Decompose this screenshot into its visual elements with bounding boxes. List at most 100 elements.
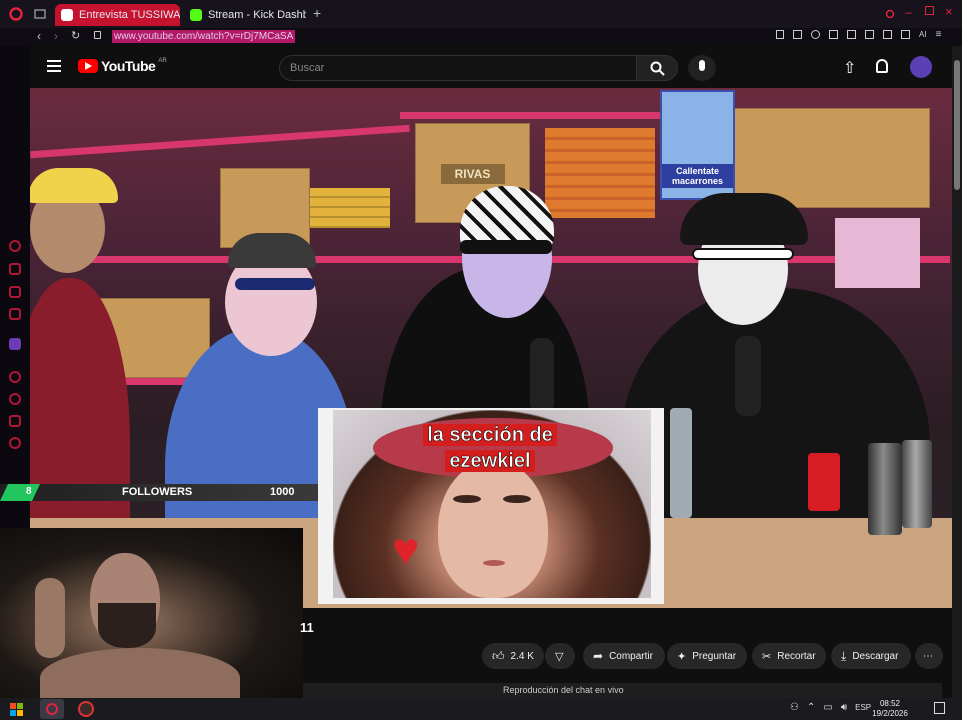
upload-icon[interactable]: ⇧ bbox=[843, 58, 856, 78]
browser-tab-bar: Entrevista TUSSIWARR Stream - Kick Dashb… bbox=[0, 0, 962, 28]
bookmark-icon[interactable] bbox=[776, 30, 784, 39]
share-button[interactable]: ➦ Compartir bbox=[583, 643, 665, 669]
clock-date: 19/2/2026 bbox=[872, 709, 908, 718]
ask-label: Preguntar bbox=[692, 650, 737, 662]
webcam-overlay bbox=[0, 528, 303, 700]
dislike-button[interactable]: ▽ bbox=[545, 643, 575, 669]
yellow-cap bbox=[30, 168, 118, 203]
ai-icon[interactable]: AI bbox=[919, 30, 927, 42]
notifications-bell-icon[interactable] bbox=[876, 59, 888, 73]
poster: Callentate macarrones bbox=[660, 90, 735, 200]
kick-favicon-icon bbox=[190, 9, 202, 21]
eye bbox=[503, 495, 531, 503]
play-icon[interactable] bbox=[829, 30, 838, 39]
streamer-hand bbox=[35, 578, 65, 658]
sidebar-chat-icon[interactable] bbox=[9, 263, 21, 275]
coca-cola-can bbox=[808, 453, 840, 511]
extensions-icon[interactable] bbox=[901, 30, 910, 39]
windows-taskbar: ⚇ ⌃ ▭ 🔊︎ ESP bbox=[0, 698, 962, 720]
bucket-hat bbox=[680, 193, 808, 245]
close-window-button[interactable]: × bbox=[945, 4, 953, 19]
taskbar-clock[interactable]: 08:52 19/2/2026 bbox=[860, 699, 920, 719]
box-brand-text: RIVAS bbox=[440, 164, 505, 184]
youtube-logo[interactable]: YouTube AR bbox=[78, 58, 167, 74]
taskbar-opera-button[interactable] bbox=[40, 699, 64, 719]
folded-shirts bbox=[545, 128, 655, 218]
sidebar-settings-icon[interactable] bbox=[9, 437, 21, 449]
chat-replay-bar[interactable]: Reproducción del chat en vivo bbox=[303, 683, 942, 698]
segment-card-title: la sección de ezewkiel bbox=[415, 422, 565, 474]
sidebar-history-icon[interactable] bbox=[9, 393, 21, 405]
clip-button[interactable]: ✂ Recortar bbox=[752, 643, 826, 669]
poster-text: Callentate macarrones bbox=[662, 164, 733, 188]
shelf bbox=[30, 124, 410, 159]
opera-icon bbox=[46, 703, 58, 715]
notifications-icon[interactable] bbox=[934, 702, 945, 714]
sidebar-mail-icon[interactable] bbox=[9, 308, 21, 320]
poster-pink bbox=[835, 218, 920, 288]
scissors-icon: ✂ bbox=[762, 650, 772, 663]
mouth bbox=[483, 560, 505, 566]
streamer-beard bbox=[98, 603, 156, 648]
forward-arrow-icon[interactable]: › bbox=[54, 29, 58, 43]
avatar[interactable] bbox=[910, 56, 932, 78]
heart-icon[interactable] bbox=[847, 30, 856, 39]
tab-label: Entrevista TUSSIWARR bbox=[79, 9, 180, 21]
microphone-icon bbox=[699, 60, 705, 71]
followers-label: FOLLOWERS bbox=[122, 486, 193, 498]
voice-search-button[interactable] bbox=[688, 55, 716, 81]
new-tab-button[interactable]: + bbox=[313, 5, 321, 21]
sunglasses bbox=[460, 240, 552, 254]
sidebar-messenger-icon[interactable] bbox=[9, 286, 21, 298]
region-code: AR bbox=[158, 58, 167, 64]
workspace-icon[interactable] bbox=[34, 8, 46, 20]
wallet-icon[interactable] bbox=[865, 30, 874, 39]
opera-logo-icon[interactable] bbox=[9, 7, 23, 21]
sidebar-twitch-icon[interactable] bbox=[9, 338, 21, 350]
minimize-button[interactable]: – bbox=[905, 5, 912, 19]
sidebar-player-icon[interactable] bbox=[9, 371, 21, 383]
tab-youtube-interview[interactable]: Entrevista TUSSIWARR bbox=[55, 4, 180, 26]
back-arrow-icon[interactable]: ‹ bbox=[37, 29, 41, 43]
tab-kick-dashboard[interactable]: Stream - Kick Dashboard bbox=[184, 4, 306, 26]
menu-icon[interactable]: ≡ bbox=[936, 30, 942, 42]
hamburger-menu-icon[interactable] bbox=[47, 60, 61, 72]
ask-button[interactable]: ✦ Preguntar bbox=[667, 643, 747, 669]
vpn-icon[interactable] bbox=[811, 30, 820, 39]
followers-goal: 1000 bbox=[270, 486, 295, 498]
like-count: 2.4 K bbox=[510, 650, 534, 662]
share-icon: ➦ bbox=[593, 649, 604, 663]
video-title: 11 bbox=[300, 620, 314, 635]
youtube-logo-text: YouTube bbox=[101, 58, 156, 74]
search-tabs-icon[interactable] bbox=[885, 9, 896, 20]
maximize-button[interactable] bbox=[925, 6, 934, 15]
network-icon[interactable]: ▭ bbox=[823, 702, 832, 714]
search-input[interactable]: Buscar bbox=[279, 55, 637, 81]
download-icon[interactable] bbox=[883, 30, 892, 39]
like-button[interactable]: 👍︎ 2.4 K bbox=[482, 643, 544, 669]
thumbs-up-icon: 👍︎ bbox=[492, 648, 505, 663]
windows-start-icon[interactable] bbox=[10, 703, 23, 716]
sidebar-pinboard-icon[interactable] bbox=[9, 415, 21, 427]
energy-can bbox=[902, 440, 932, 528]
download-button[interactable]: ⤓ Descargar bbox=[831, 643, 911, 669]
reload-icon[interactable]: ↻ bbox=[71, 29, 80, 42]
taskbar-obs-icon[interactable] bbox=[78, 701, 94, 717]
youtube-play-icon bbox=[78, 59, 98, 73]
search-button[interactable] bbox=[636, 55, 678, 81]
download-label: Descargar bbox=[852, 650, 899, 662]
scrollbar-thumb[interactable] bbox=[954, 60, 960, 190]
microphone bbox=[530, 338, 554, 413]
title-line-1: la sección de bbox=[423, 424, 557, 446]
snapshot-icon[interactable] bbox=[793, 30, 802, 39]
volume-icon[interactable]: 🔊︎ bbox=[841, 702, 847, 714]
sidebar-aria-icon[interactable] bbox=[9, 240, 21, 252]
people-icon[interactable]: ⚇ bbox=[790, 702, 799, 714]
search-icon bbox=[650, 61, 665, 76]
more-actions-button[interactable]: ⋯ bbox=[915, 643, 943, 669]
grey-cap bbox=[228, 233, 316, 268]
url-text[interactable]: www.youtube.com/watch?v=rDj7MCaSA bbox=[112, 30, 296, 43]
chevron-up-icon[interactable]: ⌃ bbox=[807, 702, 815, 714]
system-tray-icons: ⚇ ⌃ ▭ 🔊︎ ESP bbox=[790, 702, 871, 714]
clock-time: 08:52 bbox=[879, 699, 901, 708]
